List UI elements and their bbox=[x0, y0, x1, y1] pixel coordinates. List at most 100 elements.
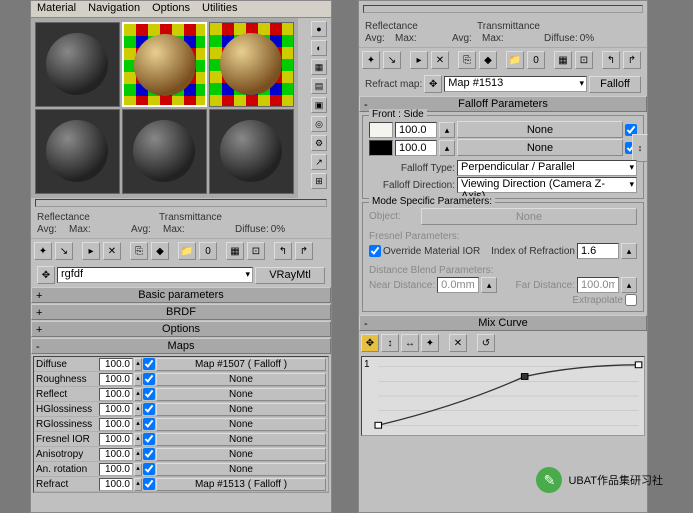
map-enable-checkbox[interactable] bbox=[143, 448, 155, 460]
map-amount[interactable] bbox=[99, 388, 133, 401]
side-value[interactable] bbox=[395, 140, 437, 156]
side-map-button[interactable]: None bbox=[457, 139, 623, 156]
falloff-type-dropdown[interactable]: Perpendicular / Parallel bbox=[457, 160, 637, 176]
menu-options[interactable]: Options bbox=[152, 2, 190, 16]
video-check-icon[interactable]: ▣ bbox=[311, 97, 327, 113]
map-slot-button[interactable]: None bbox=[156, 388, 326, 401]
rollout-brdf[interactable]: +BRDF bbox=[31, 304, 331, 320]
copy-icon-r[interactable]: ⎘ bbox=[458, 51, 476, 69]
map-amount[interactable] bbox=[99, 358, 133, 371]
map-slot-button[interactable]: None bbox=[156, 373, 326, 386]
falloff-dir-dropdown[interactable]: Viewing Direction (Camera Z-Axis) bbox=[457, 177, 637, 193]
showmap-icon-r[interactable]: ▦ bbox=[554, 51, 572, 69]
map-amount[interactable] bbox=[99, 418, 133, 431]
background-icon[interactable]: ▦ bbox=[311, 59, 327, 75]
material-slot-4[interactable] bbox=[35, 109, 120, 194]
map-amount[interactable] bbox=[99, 403, 133, 416]
override-ior-checkbox[interactable] bbox=[369, 245, 381, 257]
options-icon[interactable]: ⚙ bbox=[311, 135, 327, 151]
make-unique-icon[interactable]: ◆ bbox=[151, 242, 169, 260]
front-value[interactable] bbox=[395, 122, 437, 138]
spinner-icon[interactable]: ▴ bbox=[134, 463, 142, 476]
rollout-mixcurve[interactable]: -Mix Curve bbox=[359, 315, 647, 331]
put-to-scene-icon[interactable]: ↘ bbox=[55, 242, 73, 260]
map-slot-button[interactable]: Map #1513 ( Falloff ) bbox=[156, 478, 326, 491]
library-icon-r[interactable]: 📁 bbox=[506, 51, 524, 69]
map-enable-checkbox[interactable] bbox=[143, 433, 155, 445]
map-enable-checkbox[interactable] bbox=[143, 478, 155, 490]
select-by-mat-icon[interactable]: ↗ bbox=[311, 154, 327, 170]
go-forward-icon-r[interactable]: ↱ bbox=[623, 51, 641, 69]
assign-icon-r[interactable]: ▸ bbox=[410, 51, 428, 69]
id-icon-r[interactable]: 0 bbox=[527, 51, 545, 69]
menu-material[interactable]: Material bbox=[37, 2, 76, 16]
material-type-button[interactable]: VRayMtl bbox=[255, 267, 325, 284]
map-slot-button[interactable]: None bbox=[156, 448, 326, 461]
material-name-dropdown[interactable]: rgfdf bbox=[57, 267, 253, 283]
delete-point-icon[interactable]: ✕ bbox=[449, 334, 467, 352]
map-slot-button[interactable]: None bbox=[156, 403, 326, 416]
move-icon[interactable]: ✥ bbox=[361, 334, 379, 352]
spinner-icon[interactable]: ▴ bbox=[134, 478, 142, 491]
spinner-icon[interactable]: ▴ bbox=[134, 418, 142, 431]
material-slot-2[interactable] bbox=[122, 22, 207, 107]
material-slot-6[interactable] bbox=[209, 109, 294, 194]
spinner-icon[interactable]: ▴ bbox=[134, 448, 142, 461]
go-parent-icon[interactable]: ↰ bbox=[274, 242, 292, 260]
mat-count-icon[interactable]: ⊞ bbox=[311, 173, 327, 189]
map-enable-checkbox[interactable] bbox=[143, 358, 155, 370]
get-material-icon-r[interactable]: ✦ bbox=[362, 51, 380, 69]
map-amount[interactable] bbox=[99, 373, 133, 386]
scrollbar-h-right[interactable] bbox=[363, 5, 643, 13]
map-slot-button[interactable]: Map #1507 ( Falloff ) bbox=[156, 358, 326, 371]
scale-h-icon[interactable]: ↔ bbox=[401, 334, 419, 352]
map-amount[interactable] bbox=[99, 463, 133, 476]
material-slot-5[interactable] bbox=[122, 109, 207, 194]
map-enable-checkbox[interactable] bbox=[143, 388, 155, 400]
menu-navigation[interactable]: Navigation bbox=[88, 2, 140, 16]
pick-icon[interactable]: ✥ bbox=[37, 266, 55, 284]
material-slot-1[interactable] bbox=[35, 22, 120, 107]
spinner-icon[interactable]: ▴ bbox=[439, 122, 455, 138]
material-id-icon[interactable]: 0 bbox=[199, 242, 217, 260]
color-swatch-side[interactable] bbox=[369, 140, 393, 156]
falloff-type-button[interactable]: Falloff bbox=[589, 76, 641, 93]
map-amount[interactable] bbox=[99, 478, 133, 491]
refract-map-dropdown[interactable]: Map #1513 bbox=[444, 76, 587, 92]
put-library-icon[interactable]: 📁 bbox=[178, 242, 196, 260]
unique-icon-r[interactable]: ◆ bbox=[479, 51, 497, 69]
spinner-icon[interactable]: ▴ bbox=[134, 358, 142, 371]
get-material-icon[interactable]: ✦ bbox=[34, 242, 52, 260]
spinner-icon[interactable]: ▴ bbox=[134, 403, 142, 416]
rollout-maps[interactable]: -Maps bbox=[31, 338, 331, 354]
color-swatch-front[interactable] bbox=[369, 122, 393, 138]
map-amount[interactable] bbox=[99, 433, 133, 446]
spinner-icon[interactable]: ▴ bbox=[134, 373, 142, 386]
spinner-icon[interactable]: ▴ bbox=[134, 388, 142, 401]
map-slot-button[interactable]: None bbox=[156, 418, 326, 431]
reset-icon[interactable]: ✕ bbox=[103, 242, 121, 260]
map-enable-checkbox[interactable] bbox=[143, 403, 155, 415]
map-slot-button[interactable]: None bbox=[156, 433, 326, 446]
add-point-icon[interactable]: ✦ bbox=[421, 334, 439, 352]
mix-curve-graph[interactable]: 1 bbox=[361, 356, 645, 436]
show-end-icon[interactable]: ⊡ bbox=[247, 242, 265, 260]
pick-icon-r[interactable]: ✥ bbox=[424, 75, 442, 93]
sample-uv-icon[interactable]: ▤ bbox=[311, 78, 327, 94]
scale-v-icon[interactable]: ↕ bbox=[381, 334, 399, 352]
preview-icon[interactable]: ◎ bbox=[311, 116, 327, 132]
put-scene-icon-r[interactable]: ↘ bbox=[383, 51, 401, 69]
make-copy-icon[interactable]: ⎘ bbox=[130, 242, 148, 260]
spinner-icon[interactable]: ▴ bbox=[134, 433, 142, 446]
rollout-options[interactable]: +Options bbox=[31, 321, 331, 337]
map-enable-checkbox[interactable] bbox=[143, 463, 155, 475]
map-enable-checkbox[interactable] bbox=[143, 418, 155, 430]
reset-icon-r[interactable]: ✕ bbox=[431, 51, 449, 69]
swap-icon[interactable]: ↕ bbox=[632, 134, 648, 162]
ior-spinner-icon[interactable]: ▴ bbox=[621, 243, 637, 259]
map-enable-checkbox[interactable] bbox=[143, 373, 155, 385]
front-map-button[interactable]: None bbox=[457, 121, 623, 138]
assign-icon[interactable]: ▸ bbox=[82, 242, 100, 260]
showend-icon-r[interactable]: ⊡ bbox=[575, 51, 593, 69]
show-map-icon[interactable]: ▦ bbox=[226, 242, 244, 260]
